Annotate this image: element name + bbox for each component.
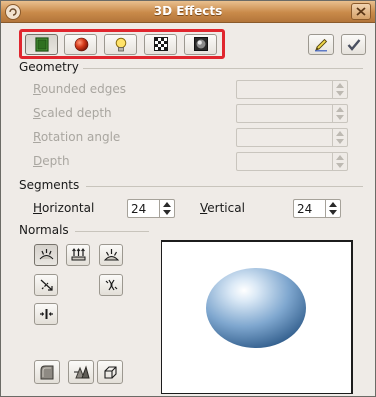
shading-button[interactable] bbox=[64, 34, 97, 55]
double-sided-icon bbox=[40, 309, 53, 319]
rotation-angle-spin-arrows[interactable] bbox=[332, 129, 347, 146]
shading-sphere-icon bbox=[74, 37, 89, 52]
segments-divider bbox=[86, 186, 363, 187]
vertical-label: Vertical bbox=[200, 201, 245, 215]
3d-effects-dialog: 3D Effects Geometry Rounded edges Scaled… bbox=[0, 0, 376, 397]
spherical-normals-icon bbox=[103, 249, 120, 261]
geometry-button[interactable] bbox=[25, 34, 58, 55]
horizontal-label: Horizontal bbox=[33, 201, 95, 215]
invert-normals-button[interactable] bbox=[34, 274, 58, 296]
object-specific-normals-icon bbox=[39, 249, 54, 260]
checkmark-icon bbox=[347, 39, 361, 51]
rotation-angle-spinbox[interactable] bbox=[236, 128, 348, 147]
normals-heading: Normals bbox=[19, 223, 69, 237]
3d-preview-pane bbox=[161, 240, 353, 394]
rounded-edges-spin-arrows[interactable] bbox=[332, 81, 347, 98]
rounded-edges-label: Rounded edges bbox=[33, 82, 127, 96]
flat-normals-icon bbox=[71, 248, 86, 261]
scaled-depth-spinbox[interactable] bbox=[236, 104, 348, 123]
assign-button[interactable] bbox=[341, 34, 366, 55]
spin-down-icon bbox=[336, 163, 344, 168]
close-icon bbox=[356, 7, 366, 16]
spin-up-icon bbox=[336, 131, 344, 136]
double-sided-button[interactable] bbox=[34, 303, 58, 325]
normals-divider bbox=[75, 231, 149, 232]
update-button[interactable] bbox=[308, 34, 334, 55]
perspective-icon bbox=[104, 366, 117, 379]
spin-down-icon bbox=[163, 210, 171, 215]
spin-up-icon bbox=[336, 155, 344, 160]
rounded-edges-spinbox[interactable] bbox=[236, 80, 348, 99]
geometry-cube-icon bbox=[35, 37, 49, 52]
spin-down-icon bbox=[329, 210, 337, 215]
spin-down-icon bbox=[336, 91, 344, 96]
depth-spin-arrows[interactable] bbox=[332, 153, 347, 170]
spin-up-icon bbox=[336, 107, 344, 112]
two-sided-illumination-button[interactable] bbox=[99, 274, 123, 296]
perspective-on-off-button[interactable] bbox=[97, 360, 123, 384]
material-icon bbox=[194, 37, 208, 51]
checkerboard-texture-icon bbox=[154, 37, 168, 51]
convert-to-lathe-icon bbox=[74, 365, 90, 379]
close-button[interactable] bbox=[351, 3, 371, 20]
lightbulb-icon bbox=[115, 37, 127, 52]
spin-down-icon bbox=[336, 139, 344, 144]
textures-button[interactable] bbox=[144, 34, 177, 55]
preview-sphere bbox=[206, 268, 306, 348]
scaled-depth-spin-arrows[interactable] bbox=[332, 105, 347, 122]
scaled-depth-label: Scaled depth bbox=[33, 106, 112, 120]
convert-to-lathe-object-button[interactable] bbox=[68, 360, 94, 384]
convert-to-3d-icon bbox=[40, 365, 54, 380]
object-specific-normals-button[interactable] bbox=[34, 244, 58, 266]
spin-up-icon bbox=[336, 83, 344, 88]
rotation-angle-label: Rotation angle bbox=[33, 130, 121, 144]
title-bar: 3D Effects bbox=[1, 1, 375, 23]
window-title: 3D Effects bbox=[153, 4, 223, 18]
horizontal-segments-spinbox[interactable]: 24 bbox=[127, 199, 175, 218]
pencil-icon bbox=[315, 38, 328, 52]
material-button[interactable] bbox=[184, 34, 217, 55]
spin-up-icon bbox=[163, 202, 171, 207]
spherical-normals-button[interactable] bbox=[99, 244, 123, 266]
geometry-heading: Geometry bbox=[19, 60, 79, 74]
convert-to-3d-button[interactable] bbox=[34, 360, 60, 384]
invert-normals-icon bbox=[40, 279, 53, 291]
segments-heading: Segments bbox=[19, 178, 80, 192]
depth-label: Depth bbox=[33, 154, 70, 168]
spin-down-icon bbox=[336, 115, 344, 120]
spin-up-icon bbox=[329, 202, 337, 207]
vertical-segments-spinbox[interactable]: 24 bbox=[293, 199, 341, 218]
two-sided-illumination-icon bbox=[105, 279, 118, 291]
flat-normals-button[interactable] bbox=[66, 244, 90, 266]
horizontal-spin-arrows[interactable] bbox=[159, 200, 174, 217]
depth-spinbox[interactable] bbox=[236, 152, 348, 171]
vertical-spin-arrows[interactable] bbox=[325, 200, 340, 217]
illumination-button[interactable] bbox=[104, 34, 137, 55]
geometry-divider bbox=[83, 68, 363, 69]
